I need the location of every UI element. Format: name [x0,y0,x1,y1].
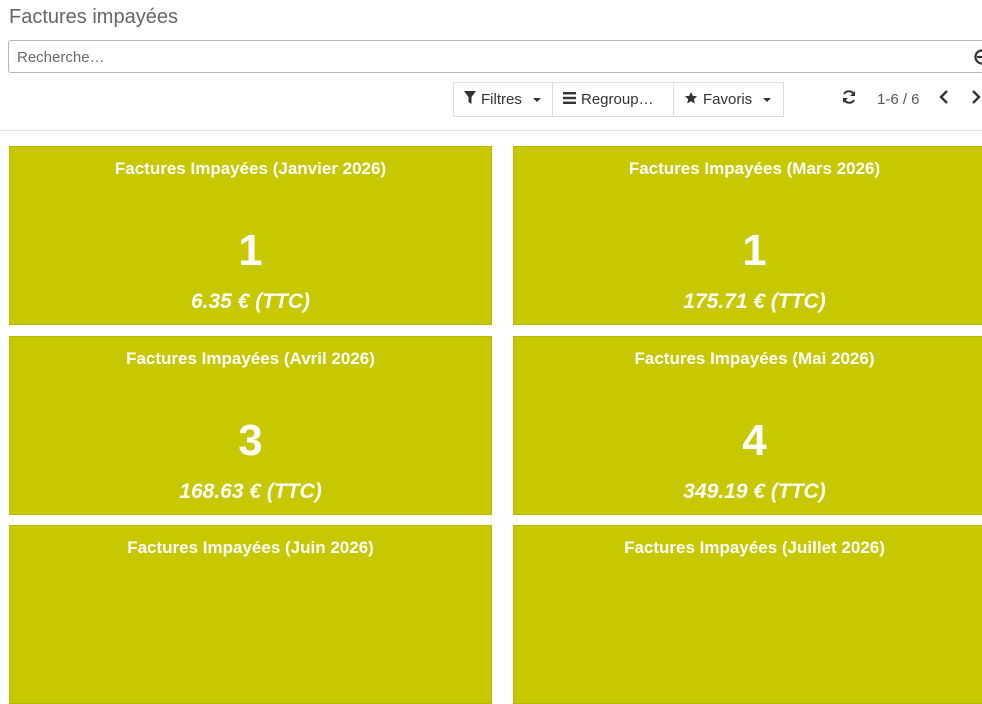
chevron-down-icon [763,98,771,102]
kpi-card[interactable]: Factures Impayées (Avril 2026) 3 168.63 … [9,336,492,515]
kpi-card[interactable]: Factures Impayées (Mai 2026) 4 349.19 € … [513,336,982,515]
kpi-card[interactable]: Factures Impayées (Janvier 2026) 1 6.35 … [9,146,492,325]
filter-icon [464,91,476,108]
search-bar[interactable] [8,40,982,73]
card-title: Factures Impayées (Mai 2026) [514,349,982,369]
chevron-down-icon [533,98,541,102]
card-amount: 6.35 € (TTC) [10,290,491,314]
refresh-icon[interactable] [841,89,857,110]
chevron-right-icon[interactable] [970,89,982,110]
kpi-card[interactable]: Factures Impayées (Juillet 2026) [513,525,982,704]
search-icon[interactable] [972,47,982,72]
card-count: 4 [514,419,982,463]
card-count: 1 [514,229,982,273]
kpi-card[interactable]: Factures Impayées (Juin 2026) [9,525,492,704]
toolbar-divider [0,130,982,131]
card-amount: 168.63 € (TTC) [10,480,491,504]
filters-button[interactable]: Filtres [453,82,553,117]
search-input[interactable] [15,45,957,69]
star-icon [684,91,698,109]
chevron-left-icon[interactable] [938,89,950,110]
card-title: Factures Impayées (Juin 2026) [10,538,491,558]
card-title: Factures Impayées (Juillet 2026) [514,538,982,558]
favorites-button[interactable]: Favoris [673,82,784,117]
page-title: Factures impayées [9,6,178,29]
kpi-card[interactable]: Factures Impayées (Mars 2026) 1 175.71 €… [513,146,982,325]
filters-label: Filtres [481,91,522,108]
groupby-button[interactable]: Regroup… [552,82,674,117]
groupby-label: Regroup… [581,91,654,108]
pager-value: 1-6 / 6 [877,91,920,108]
card-amount: 349.19 € (TTC) [514,480,982,504]
card-title: Factures Impayées (Avril 2026) [10,349,491,369]
card-title: Factures Impayées (Janvier 2026) [10,159,491,179]
card-amount: 175.71 € (TTC) [514,290,982,314]
card-count: 1 [10,229,491,273]
list-icon [563,91,576,108]
card-count: 3 [10,419,491,463]
card-title: Factures Impayées (Mars 2026) [514,159,982,179]
favorites-label: Favoris [703,91,752,108]
